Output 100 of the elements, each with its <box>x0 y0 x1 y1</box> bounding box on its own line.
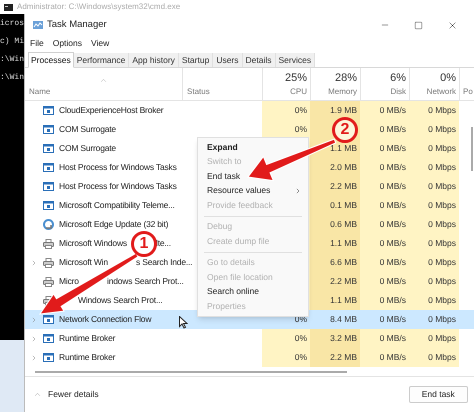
disk-value: 0 MB/s <box>380 275 406 288</box>
printer-icon <box>43 258 54 268</box>
swirl-icon <box>43 219 54 230</box>
network-value: 0 Mbps <box>428 294 456 307</box>
memory-value: 6.6 MB <box>330 256 358 269</box>
column-usage: 0% <box>440 72 456 85</box>
menu-item[interactable]: File <box>30 36 44 50</box>
tab[interactable]: Users <box>213 53 243 67</box>
column-usage: 25% <box>284 72 308 85</box>
menu-item[interactable]: View <box>91 36 110 50</box>
process-name: Runtime Broker <box>59 332 116 345</box>
disk-value: 0 MB/s <box>380 294 406 307</box>
process-row[interactable]: Runtime Broker 0% 3.2 MB 0 MB/s 0 Mbps <box>25 329 474 348</box>
vertical-scrollbar-thumb[interactable] <box>470 127 473 171</box>
process-name: Runtime Broker <box>59 351 116 364</box>
process-name: Microsoft Win <box>59 256 108 269</box>
menu-item[interactable]: Options <box>52 36 82 50</box>
chart-icon <box>33 21 44 29</box>
network-value: 0 Mbps <box>428 218 456 231</box>
cpu-value: 0% <box>294 104 308 117</box>
window-icon <box>43 201 54 210</box>
context-menu-item[interactable]: Resource values <box>198 184 308 198</box>
process-name: Microsoft Compatibility Teleme... <box>59 199 175 212</box>
window-icon <box>43 106 54 115</box>
sort-icon <box>99 76 108 85</box>
process-name: COM Surrogate <box>59 142 116 155</box>
context-menu-item[interactable]: End task <box>198 169 308 184</box>
disk-value: 0 MB/s <box>380 313 406 326</box>
disk-value: 0 MB/s <box>380 180 406 193</box>
context-menu-item[interactable]: Expand <box>198 140 308 154</box>
disk-value: 0 MB/s <box>380 256 406 269</box>
maximize-icon <box>414 20 424 30</box>
disk-value: 0 MB/s <box>380 199 406 212</box>
memory-value: 8.4 MB <box>330 313 358 326</box>
memory-value: 1.1 MB <box>330 142 358 155</box>
network-value: 0 Mbps <box>428 256 456 269</box>
network-value: 0 Mbps <box>428 104 456 117</box>
memory-value: 0.1 MB <box>330 199 358 212</box>
disk-value: 0 MB/s <box>380 218 406 231</box>
console-line: :\Win <box>0 72 24 83</box>
column-header[interactable]: Network <box>426 87 456 97</box>
memory-value: 2.2 MB <box>330 180 358 193</box>
context-menu-item[interactable]: Search online <box>198 284 308 299</box>
window-icon <box>43 334 54 343</box>
process-name: Microsoft Edge Update (32 bit) <box>59 218 168 231</box>
column-header[interactable]: Status <box>187 87 210 97</box>
tab[interactable]: Details <box>242 53 276 67</box>
memory-value: 2.2 MB <box>330 351 358 364</box>
tab[interactable]: Startup <box>178 53 214 67</box>
process-name: CloudExperienceHost Broker <box>59 104 164 117</box>
network-value: 0 Mbps <box>428 351 456 364</box>
disk-value: 0 MB/s <box>380 123 406 136</box>
column-header[interactable]: Po <box>463 87 473 97</box>
tab[interactable]: App history <box>129 53 179 67</box>
memory-value: 2.0 MB <box>330 161 358 174</box>
window-icon <box>43 144 54 153</box>
memory-value: 0.6 MB <box>330 218 358 231</box>
process-name: COM Surrogate <box>59 123 116 136</box>
network-value: 0 Mbps <box>428 161 456 174</box>
disk-value: 0 MB/s <box>380 332 406 345</box>
memory-value: 1.9 MB <box>330 104 358 117</box>
disk-value: 0 MB/s <box>380 104 406 117</box>
disk-value: 0 MB/s <box>380 351 406 364</box>
column-usage: 6% <box>390 72 406 85</box>
column-header[interactable]: Memory <box>328 87 358 97</box>
network-value: 0 Mbps <box>428 123 456 136</box>
window-icon <box>43 182 54 191</box>
close-icon <box>447 20 458 30</box>
network-value: 0 Mbps <box>428 199 456 212</box>
column-header[interactable]: CPU <box>290 87 308 97</box>
process-name: Host Process for Windows Tasks <box>59 161 177 174</box>
console-icon <box>4 4 13 10</box>
network-value: 0 Mbps <box>428 332 456 345</box>
cpu-value: 0% <box>294 351 308 364</box>
scrollbar-thumb[interactable] <box>35 370 348 372</box>
memory-value: 1.1 MB <box>330 294 358 307</box>
memory-value: 2.2 MB <box>330 275 358 288</box>
process-row[interactable]: Runtime Broker 0% 2.2 MB 0 MB/s 0 Mbps <box>25 348 474 367</box>
process-name: Micro <box>59 275 79 288</box>
window-title: Task Manager <box>47 18 107 32</box>
tab[interactable]: Processes <box>28 52 74 68</box>
network-value: 0 Mbps <box>428 237 456 250</box>
column-header[interactable]: Disk <box>390 87 406 97</box>
process-name: Windows Search Prot... <box>78 294 162 308</box>
process-name: Network Connection Flow <box>59 313 152 326</box>
process-row[interactable]: CloudExperienceHost Broker 0% 1.9 MB 0 MB/s 0 Mbps <box>25 101 474 120</box>
caret-icon <box>33 390 42 399</box>
window-icon <box>43 125 54 134</box>
column-header[interactable]: Name <box>29 87 50 97</box>
tab[interactable]: Services <box>276 53 316 67</box>
end-task-button[interactable]: End task <box>408 386 468 403</box>
fewer-details-link[interactable]: Fewer details <box>33 388 99 401</box>
disk-value: 0 MB/s <box>380 161 406 174</box>
column-usage: 28% <box>334 72 358 85</box>
console-title: Administrator: C:\Windows\system32\cmd.exe <box>17 1 180 13</box>
tab[interactable]: Performance <box>74 53 130 67</box>
memory-value: 1.1 MB <box>330 237 358 250</box>
process-name: Microsoft Windows <box>59 237 127 250</box>
window-icon <box>43 315 54 324</box>
printer-icon <box>43 238 54 248</box>
